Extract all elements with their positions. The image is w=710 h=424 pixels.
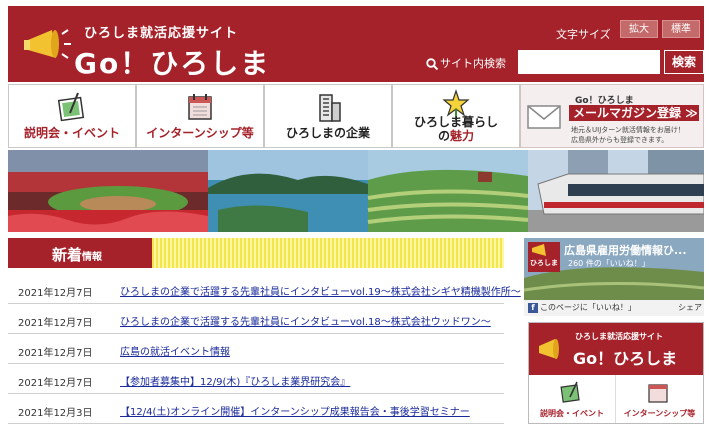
news-date: 2021年12月7日 xyxy=(18,348,93,359)
nav-label-highlight: 魅力 xyxy=(450,129,475,143)
nav-label-line1: ひろしま暮らし xyxy=(413,115,498,129)
facebook-share-button[interactable]: シェア xyxy=(678,302,702,313)
news-item: 2021年12月7日 ひろしまの企業で活躍する先輩社員にインタビューvol.19… xyxy=(8,274,521,304)
side-banner-label: 説明会・イベント xyxy=(540,409,604,418)
search-icon xyxy=(426,58,438,70)
news-link[interactable]: 広島の就活イベント情報 xyxy=(120,343,230,358)
news-link[interactable]: ひろしまの企業で活躍する先輩社員にインタビューvol.19～株式会社シギヤ精機製… xyxy=(120,283,521,298)
nav-label: 説明会・イベント xyxy=(23,126,120,140)
hero-photo-banner xyxy=(8,150,704,232)
news-heading-small: 情報 xyxy=(82,252,103,263)
news-item: 2021年12月7日 広島の就活イベント情報 xyxy=(8,334,504,364)
nav-item-internship[interactable]: インターンシップ等 xyxy=(136,84,264,148)
magazine-desc-1: 地元＆UIJターン就活情報をお届け！ xyxy=(571,126,685,134)
news-item: 2021年12月3日 【12/4(土)オンライン開催】インターンシップ成果報告会… xyxy=(8,394,504,424)
nav-label: ひろしま暮らし の魅力 xyxy=(393,115,519,143)
mail-magazine-banner[interactable]: Go！ひろしま メールマガジン登録 ≫ 地元＆UIJターン就活情報をお届け！ 広… xyxy=(520,84,704,148)
search-input[interactable] xyxy=(518,50,660,74)
calendar-icon xyxy=(648,384,668,403)
news-heading-title: 新着情報 xyxy=(52,244,102,265)
map-icon xyxy=(560,381,580,403)
megaphone-icon xyxy=(539,339,559,359)
side-banner-title: Go！ひろしま xyxy=(573,349,678,368)
search-label: サイト内検索 xyxy=(440,57,506,70)
site-header: ひろしま就活応援サイト Go！ひろしま 文字サイズ 拡大 標準 サイト内検索 検… xyxy=(8,6,704,82)
news-link[interactable]: 【参加者募集中】12/9(木)『ひろしま業界研究会』 xyxy=(120,373,350,388)
side-site-banner[interactable]: ひろしま就活応援サイト Go！ひろしま 説明会・イベント インターンシップ等 xyxy=(528,322,704,424)
map-icon xyxy=(57,92,85,122)
font-size-standard-button[interactable]: 標準 xyxy=(662,20,700,38)
megaphone-icon xyxy=(532,244,546,256)
nav-label-line2: の xyxy=(437,129,450,143)
facebook-avatar[interactable]: ひろしま xyxy=(528,242,560,272)
search-button[interactable]: 検索 xyxy=(664,50,704,74)
nav-item-events[interactable]: 説明会・イベント xyxy=(8,84,136,148)
megaphone-icon xyxy=(24,29,71,59)
font-size-label: 文字サイズ xyxy=(556,28,611,41)
news-item: 2021年12月7日 ひろしまの企業で活躍する先輩社員にインタビューvol.18… xyxy=(8,304,504,334)
facebook-action-bar: f このページに「いいね！」 シェア xyxy=(524,300,704,316)
magazine-title: メールマガジン登録 ≫ xyxy=(569,105,699,121)
side-banner-header: ひろしま就活応援サイト Go！ひろしま xyxy=(529,323,703,375)
side-banner-subtitle: ひろしま就活応援サイト xyxy=(575,332,663,341)
building-icon xyxy=(319,94,341,122)
news-date: 2021年12月3日 xyxy=(18,408,93,419)
news-link[interactable]: ひろしまの企業で活躍する先輩社員にインタビューvol.18～株式会社ウッドワン～ xyxy=(120,313,491,328)
facebook-widget[interactable]: ひろしま 広島県雇用労働情報ひ... 260 件の「いいね！」 f このページに「… xyxy=(524,238,704,316)
news-list: 2021年12月7日 ひろしまの企業で活躍する先輩社員にインタビューvol.19… xyxy=(8,274,521,424)
facebook-like-label: このページに「いいね！」 xyxy=(540,303,636,312)
news-heading-stripe xyxy=(152,238,504,268)
news-link[interactable]: 【12/4(土)オンライン開催】インターンシップ成果報告会・事後学習セミナー xyxy=(120,403,470,418)
side-banner-events[interactable]: 説明会・イベント xyxy=(529,375,616,423)
facebook-likes: 260 件の「いいね！」 xyxy=(568,259,650,268)
nav-item-living[interactable]: ひろしま暮らし の魅力 xyxy=(392,84,520,148)
hero-photo xyxy=(8,150,704,232)
news-item: 2021年12月7日 【参加者募集中】12/9(木)『ひろしま業界研究会』 xyxy=(8,364,504,394)
facebook-like-button[interactable]: f このページに「いいね！」 xyxy=(528,302,636,313)
facebook-page-name[interactable]: 広島県雇用労働情報ひ... xyxy=(564,242,687,258)
news-heading-text: 新着 xyxy=(52,246,83,264)
news-date: 2021年12月7日 xyxy=(18,318,93,329)
site-logo-title[interactable]: Go！ひろしま xyxy=(74,42,270,82)
side-banner-internship[interactable]: インターンシップ等 xyxy=(616,375,703,423)
news-date: 2021年12月7日 xyxy=(18,288,93,299)
facebook-avatar-text: ひろしま xyxy=(530,259,558,267)
nav-item-companies[interactable]: ひろしまの企業 xyxy=(264,84,392,148)
magazine-desc-2: 広島県外からも登録できます。 xyxy=(571,136,669,144)
calendar-icon xyxy=(188,94,212,120)
news-heading: 新着情報 xyxy=(8,238,504,268)
font-size-large-button[interactable]: 拡大 xyxy=(620,20,658,38)
side-banner-label: インターンシップ等 xyxy=(623,409,696,418)
news-date: 2021年12月7日 xyxy=(18,378,93,389)
facebook-icon: f xyxy=(528,303,538,313)
nav-label: インターンシップ等 xyxy=(146,126,254,140)
site-subtitle: ひろしま就活応援サイト xyxy=(84,26,239,41)
envelope-icon xyxy=(527,105,561,129)
nav-label: ひろしまの企業 xyxy=(285,126,370,140)
